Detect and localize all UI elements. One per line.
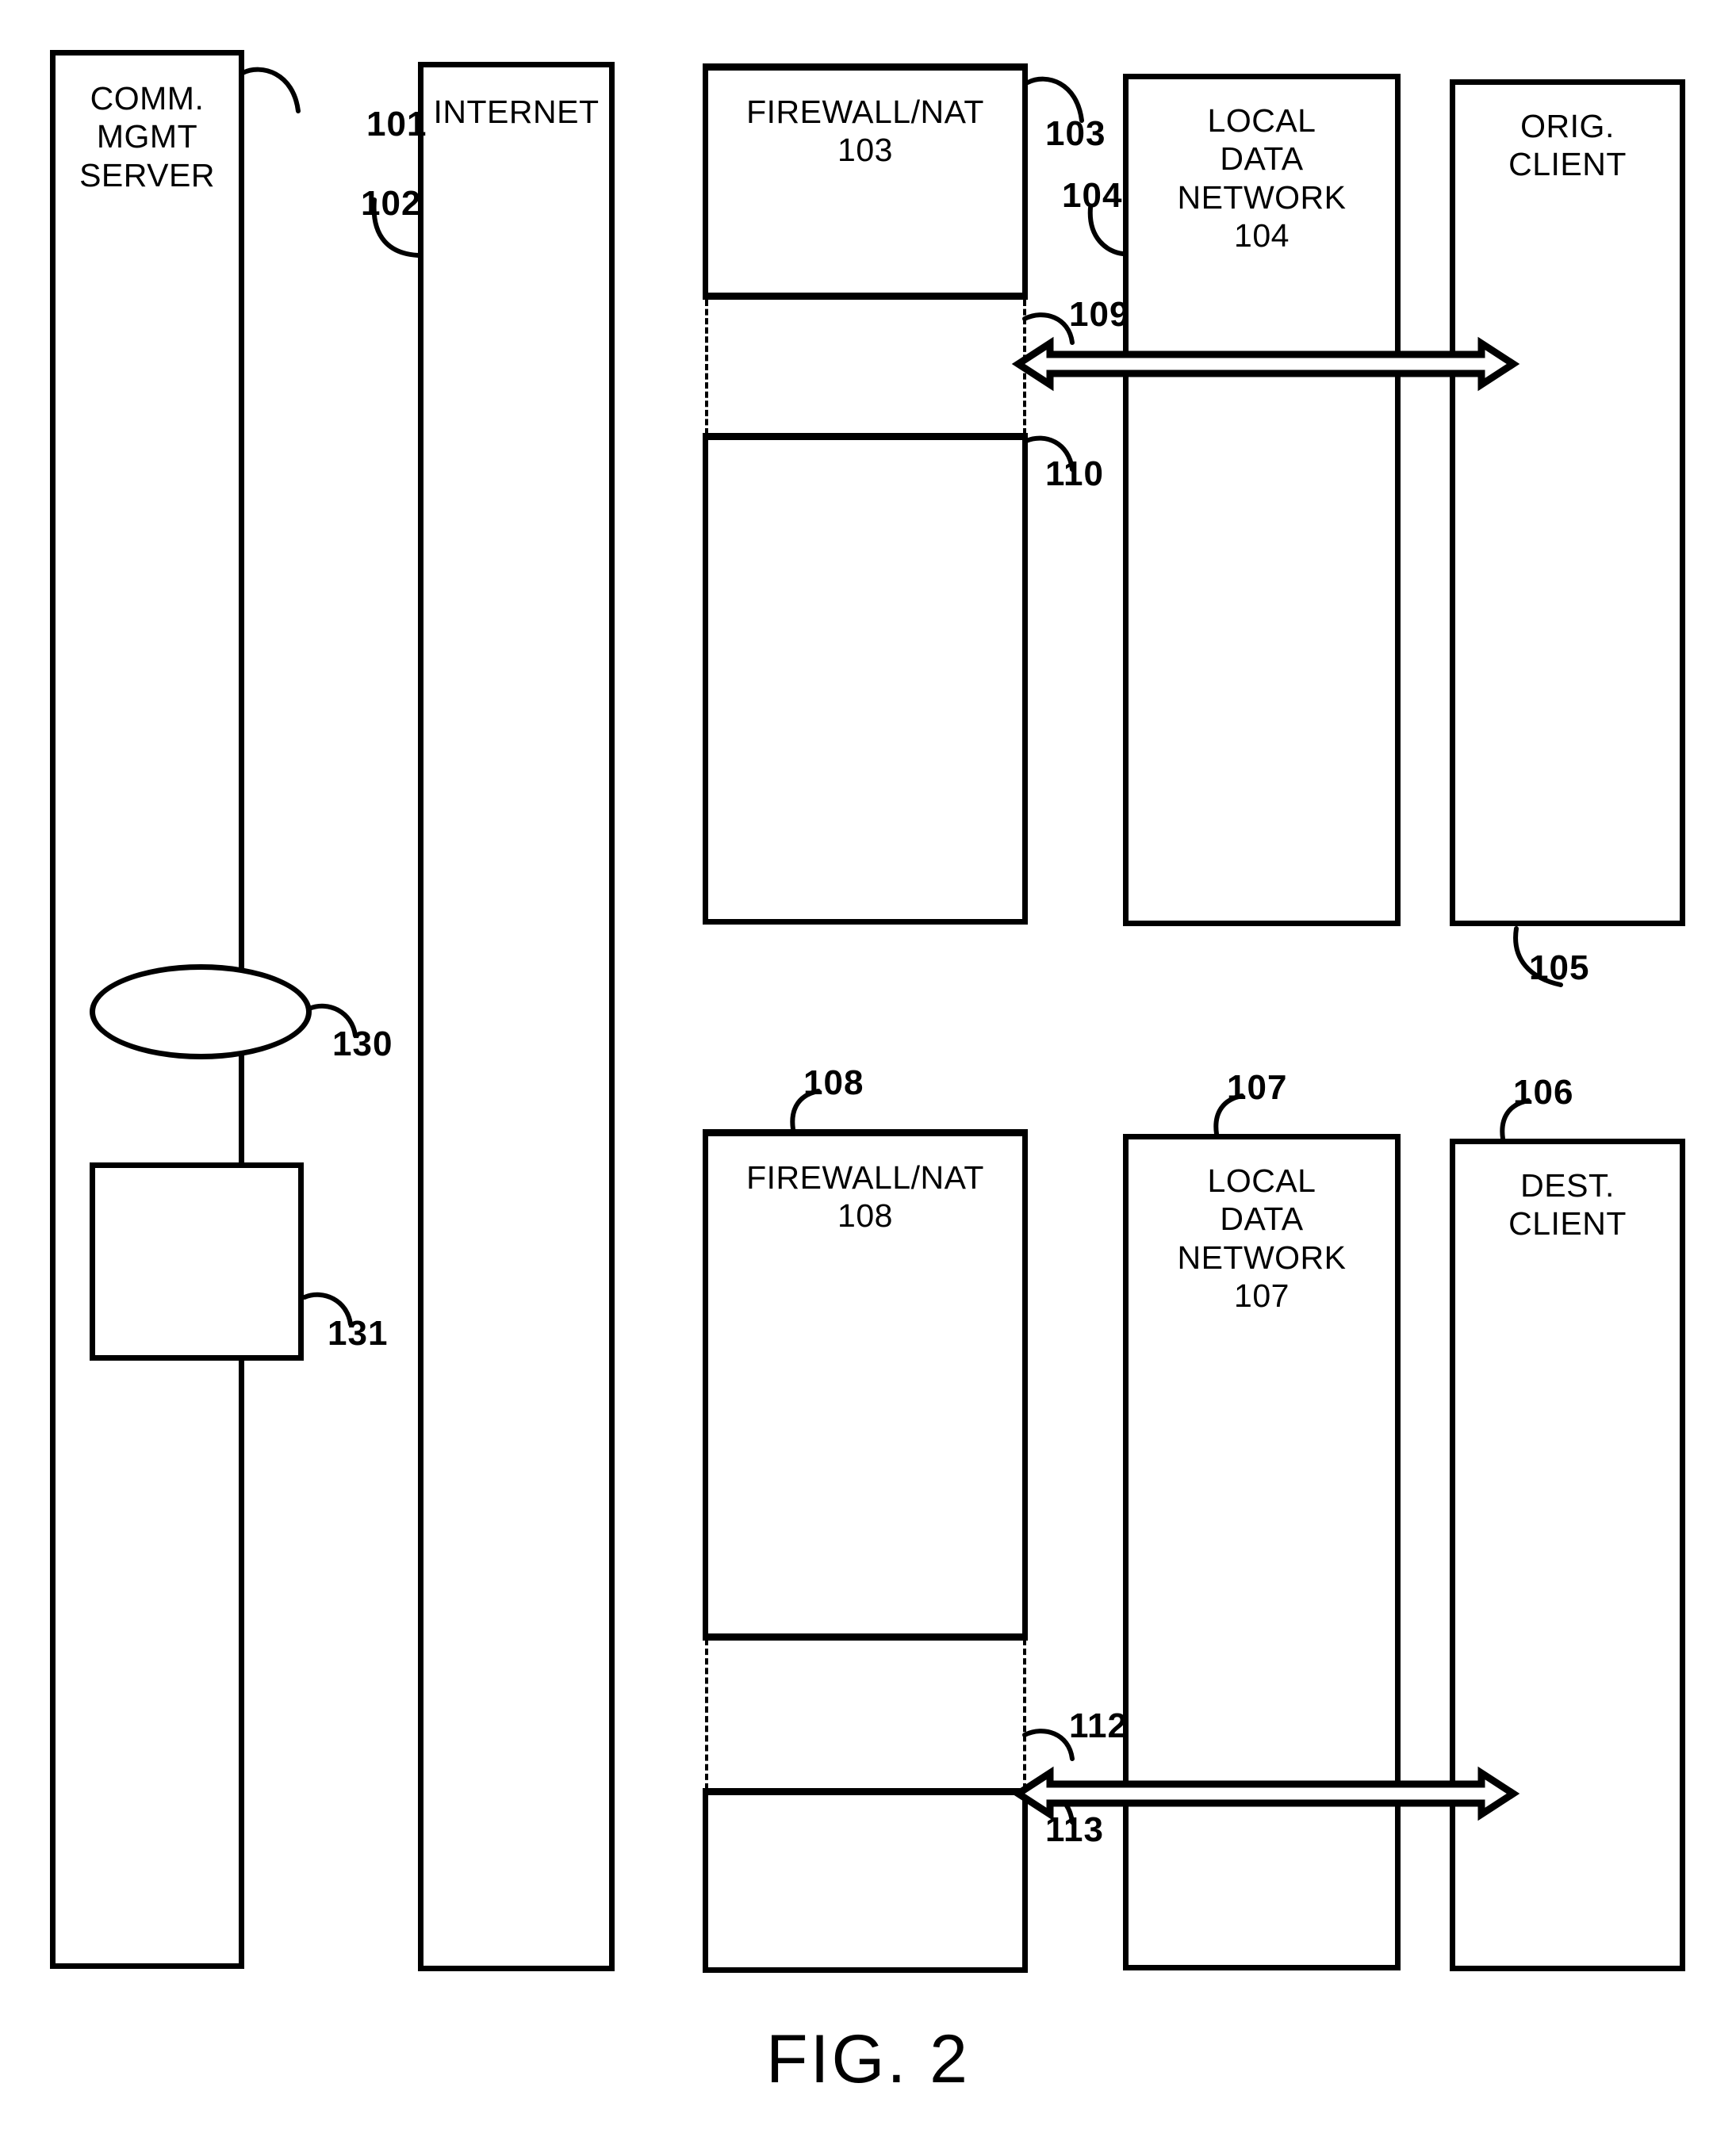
ref-numeral-110: 110: [1045, 454, 1104, 493]
lane-local-data-network-104: LOCAL DATA NETWORK 104: [1123, 74, 1401, 926]
ref-numeral-105: 105: [1529, 948, 1590, 987]
ref-numeral-108-leader: 108: [803, 1063, 864, 1102]
lane-label-firewall-108: FIREWALL/NAT 108: [746, 1159, 984, 1235]
ref-numeral-102: 102: [361, 184, 422, 223]
ref-numeral-107-leader: 107: [1227, 1068, 1288, 1107]
firewall-108-segment-bottom: [703, 1788, 1028, 1973]
lane-label-dest-client: DEST. CLIENT: [1508, 1167, 1627, 1243]
firewall-103-segment-top: FIREWALL/NAT 103: [703, 63, 1028, 300]
firewall-103-right-dashed: [1023, 300, 1026, 435]
ref-numeral-112: 112: [1069, 1706, 1128, 1745]
figure-caption: FIG. 2: [766, 2021, 970, 2097]
firewall-108-right-dashed: [1023, 1639, 1026, 1790]
lane-label-comm-mgmt-server: COMM. MGMT SERVER: [79, 80, 215, 193]
lane-orig-client: ORIG. CLIENT: [1450, 79, 1685, 926]
ref-numeral-131: 131: [328, 1314, 389, 1353]
lane-label-local-data-network-107: LOCAL DATA NETWORK 107: [1177, 1162, 1347, 1315]
ref-numeral-104-leader: 104: [1062, 176, 1123, 215]
oval-130: [90, 964, 312, 1059]
lane-label-internet: INTERNET: [433, 94, 600, 130]
lane-label-orig-client: ORIG. CLIENT: [1508, 108, 1627, 183]
ref-numeral-130: 130: [332, 1024, 393, 1063]
firewall-103-left-dashed: [705, 300, 708, 435]
firewall-108-segment-top: FIREWALL/NAT 108: [703, 1129, 1028, 1641]
firewall-103-segment-bottom: [703, 433, 1028, 925]
lane-dest-client: DEST. CLIENT: [1450, 1139, 1685, 1971]
square-131: [90, 1162, 304, 1361]
firewall-108-left-dashed: [705, 1639, 708, 1790]
ref-numeral-101: 101: [366, 105, 427, 144]
lane-label-firewall-103: FIREWALL/NAT 103: [746, 94, 984, 169]
ref-numeral-113: 113: [1045, 1810, 1104, 1849]
lane-internet: INTERNET: [418, 62, 615, 1971]
ref-numeral-109: 109: [1069, 295, 1130, 334]
patent-figure-2: COMM. MGMT SERVER INTERNET FIREWALL/NAT …: [0, 0, 1736, 2156]
lane-label-local-data-network-104: LOCAL DATA NETWORK 104: [1177, 102, 1347, 255]
lane-local-data-network-107: LOCAL DATA NETWORK 107: [1123, 1134, 1401, 1970]
ref-numeral-106-leader: 106: [1513, 1073, 1574, 1112]
ref-numeral-103-leader: 103: [1045, 114, 1106, 153]
